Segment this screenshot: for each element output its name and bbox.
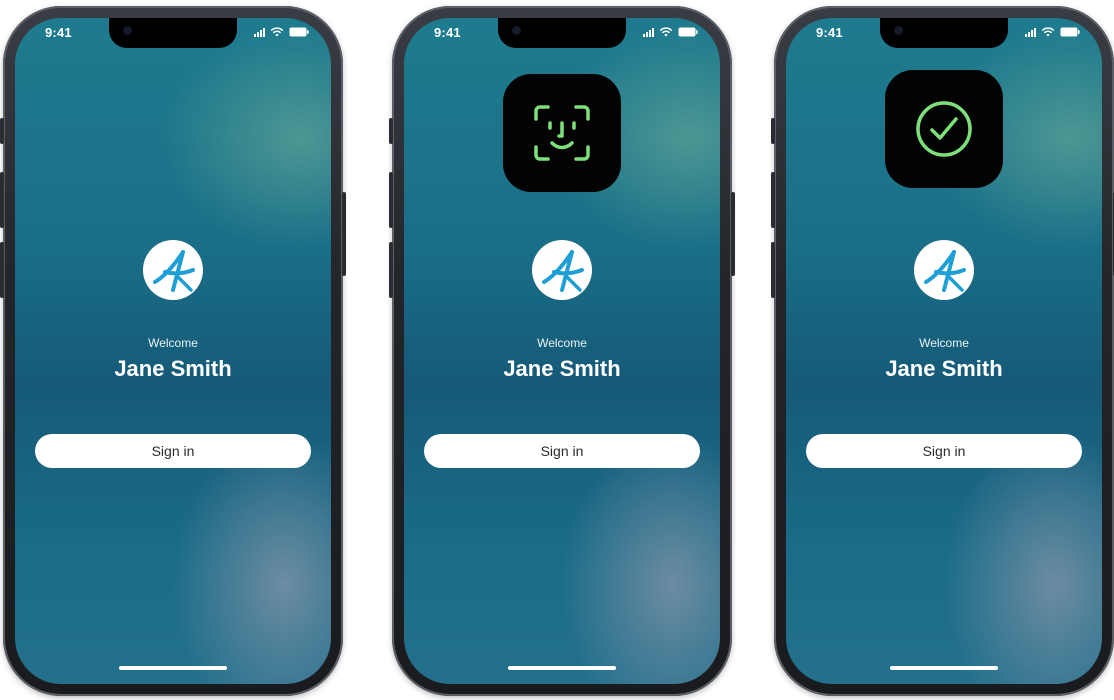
sign-in-button[interactable]: Sign in <box>424 434 700 468</box>
welcome-label: Welcome <box>148 336 198 350</box>
home-indicator[interactable] <box>508 666 616 670</box>
face-id-overlay <box>503 74 621 192</box>
status-icons <box>643 27 698 37</box>
screen: 9:41 Welcome Jane Smith Sign in <box>404 18 720 684</box>
volume-up-button <box>771 172 775 228</box>
volume-up-button <box>389 172 393 228</box>
app-logo-icon <box>914 240 974 300</box>
screen: 9:41 Welcome Jane Smith Sign in <box>786 18 1102 684</box>
notch <box>498 18 626 48</box>
welcome-label: Welcome <box>919 336 969 350</box>
user-name: Jane Smith <box>114 356 232 381</box>
volume-up-button <box>0 172 4 228</box>
cellular-signal-icon <box>643 27 654 37</box>
welcome-label: Welcome <box>537 336 587 350</box>
status-time: 9:41 <box>816 25 843 40</box>
power-button <box>342 192 346 276</box>
volume-down-button <box>771 242 775 298</box>
status-time: 9:41 <box>45 25 72 40</box>
front-camera <box>894 26 903 35</box>
app-logo-icon <box>143 240 203 300</box>
power-button <box>731 192 735 276</box>
front-camera <box>512 26 521 35</box>
cellular-signal-icon <box>1025 27 1036 37</box>
home-indicator[interactable] <box>119 666 227 670</box>
sign-in-button[interactable]: Sign in <box>35 434 311 468</box>
auth-success-overlay <box>885 70 1003 188</box>
volume-down-button <box>0 242 4 298</box>
mute-switch <box>0 118 4 144</box>
battery-icon <box>289 27 309 37</box>
volume-down-button <box>389 242 393 298</box>
screen: 9:41 Welcome Jane Smith Sign in <box>15 18 331 684</box>
phone-2: 9:41 Welcome Jane Smith Sign in <box>389 6 735 696</box>
status-time: 9:41 <box>434 25 461 40</box>
mute-switch <box>389 118 393 144</box>
phone-1: 9:41 Welcome Jane Smith Sign in <box>0 6 346 696</box>
battery-icon <box>1060 27 1080 37</box>
wifi-icon <box>1041 27 1055 37</box>
user-name: Jane Smith <box>503 356 621 381</box>
battery-icon <box>678 27 698 37</box>
mute-switch <box>771 118 775 144</box>
home-indicator[interactable] <box>890 666 998 670</box>
phone-3: 9:41 Welcome Jane Smith Sign in <box>771 6 1114 696</box>
sign-in-button[interactable]: Sign in <box>806 434 1082 468</box>
notch <box>880 18 1008 48</box>
checkmark-circle-icon <box>916 101 972 157</box>
front-camera <box>123 26 132 35</box>
wifi-icon <box>270 27 284 37</box>
app-logo-icon <box>532 240 592 300</box>
status-icons <box>254 27 309 37</box>
cellular-signal-icon <box>254 27 265 37</box>
stage: 9:41 Welcome Jane Smith Sign in 9:41 Wel… <box>0 0 1114 700</box>
wifi-icon <box>659 27 673 37</box>
notch <box>109 18 237 48</box>
face-id-icon <box>534 105 590 161</box>
user-name: Jane Smith <box>885 356 1003 381</box>
status-icons <box>1025 27 1080 37</box>
